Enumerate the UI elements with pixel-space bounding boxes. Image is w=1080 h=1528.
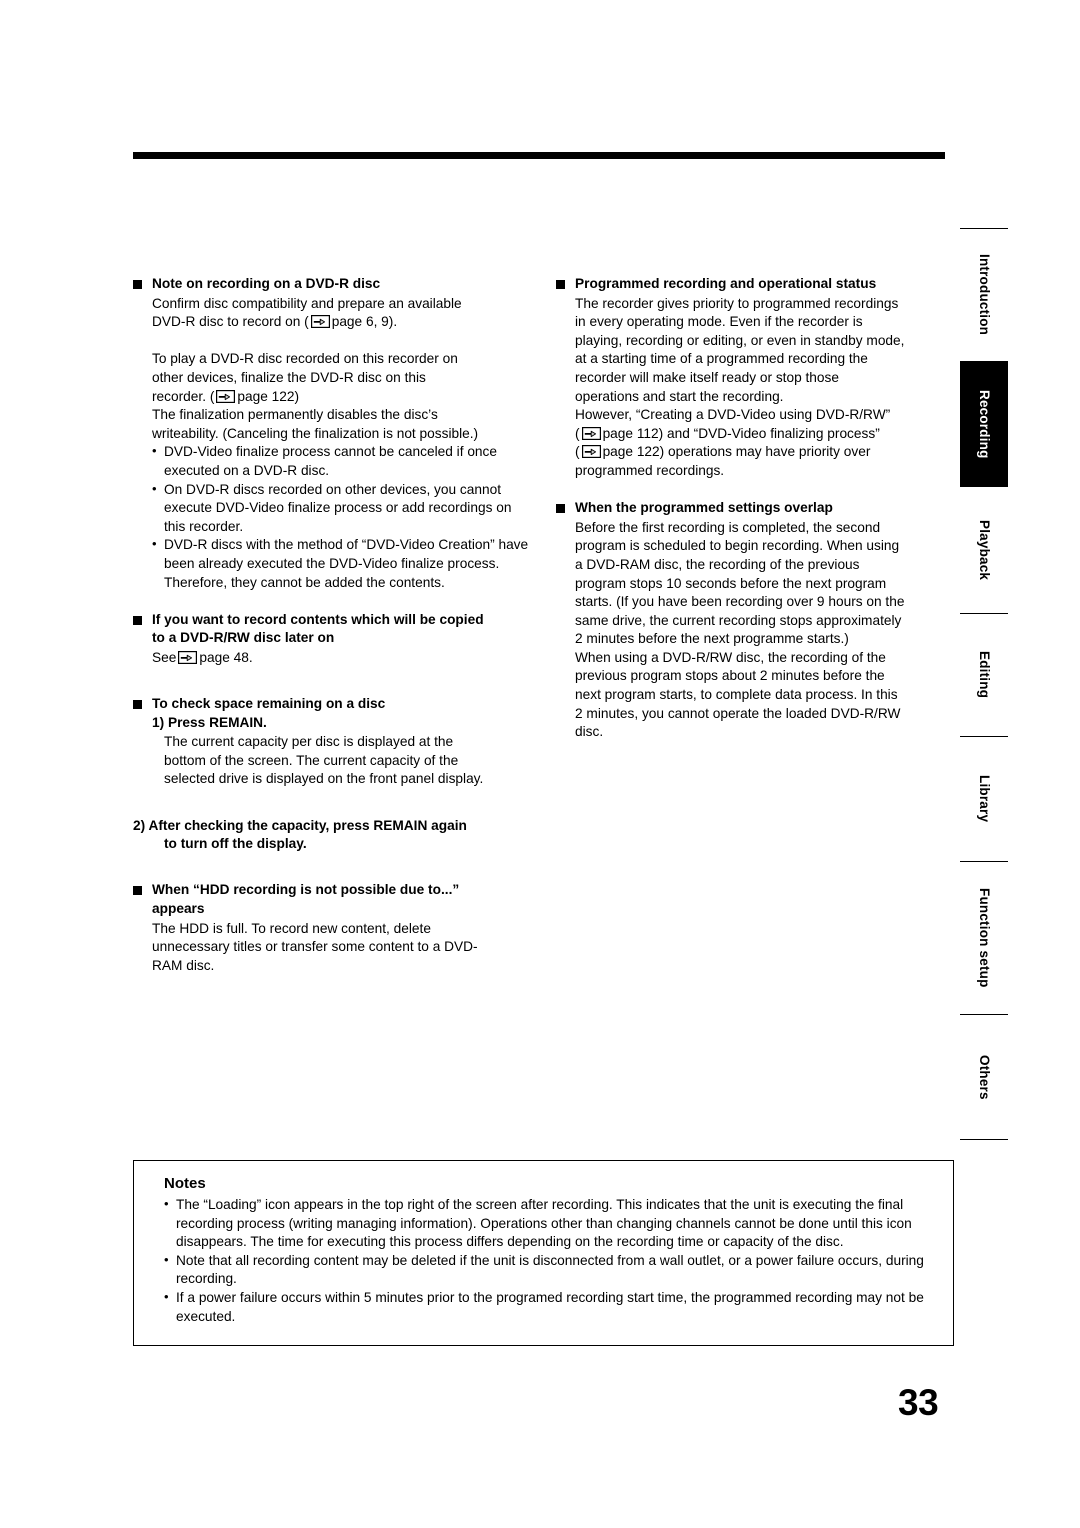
- list-item: On DVD-R discs recorded on other devices…: [152, 480, 533, 537]
- bullet-list-dvd-r-notes: DVD-Video finalize process cannot be can…: [133, 442, 533, 592]
- sidebar-item-label: Others: [976, 1054, 992, 1100]
- step-2-remain-off: 2) After checking the capacity, press RE…: [133, 817, 467, 852]
- heading-copy-to-dvd-rw: If you want to record contents which wil…: [133, 611, 533, 648]
- sidebar-item-function-setup[interactable]: Function setup: [960, 861, 1008, 1015]
- paragraph-programmed-recording: The recorder gives priority to programme…: [575, 295, 905, 478]
- page-reference-icon: [178, 650, 198, 664]
- paragraph-remain-body: The current capacity per disc is display…: [164, 734, 484, 787]
- notes-title: Notes: [164, 1175, 206, 1192]
- sidebar-item-introduction[interactable]: Introduction: [960, 228, 1008, 362]
- list-item: The “Loading” icon appears in the top ri…: [164, 1195, 935, 1252]
- paragraph-play-dvd-r: To play a DVD-R disc recorded on this re…: [152, 351, 479, 441]
- heading-check-space-remaining: To check space remaining on a disc 1) Pr…: [133, 695, 533, 732]
- manual-page: Introduction Recording Playback Editing …: [0, 0, 1080, 1528]
- sidebar-item-label: Function setup: [976, 888, 992, 988]
- sidebar-item-editing[interactable]: Editing: [960, 613, 1008, 737]
- sidebar-item-library[interactable]: Library: [960, 736, 1008, 862]
- sidebar-item-label: Introduction: [976, 254, 992, 336]
- sidebar-item-label: Library: [976, 775, 992, 823]
- notes-list: The “Loading” icon appears in the top ri…: [152, 1195, 935, 1326]
- left-column: Note on recording on a DVD-R disc Confir…: [133, 275, 533, 975]
- list-item: Note that all recording content may be d…: [164, 1251, 935, 1289]
- paragraph-see-page-48: See page 48.: [152, 649, 253, 665]
- heading-settings-overlap: When the programmed settings overlap: [556, 499, 954, 518]
- list-item: DVD-R discs with the method of “DVD-Vide…: [152, 535, 533, 592]
- paragraph-settings-overlap: Before the first recording is completed,…: [575, 519, 905, 740]
- page-reference-icon: [581, 426, 601, 440]
- page-reference-icon: [581, 445, 601, 459]
- notes-box: Notes The “Loading” icon appears in the …: [133, 1160, 954, 1346]
- sidebar-item-label: Editing: [976, 651, 992, 699]
- sidebar-item-label: Recording: [976, 389, 992, 459]
- paragraph-hdd-full: The HDD is full. To record new content, …: [152, 920, 478, 973]
- list-item: If a power failure occurs within 5 minut…: [164, 1288, 935, 1326]
- text-dvdr-record-on: DVD-R disc to record on (: [152, 314, 309, 330]
- sidebar-item-others[interactable]: Others: [960, 1014, 1008, 1140]
- heading-note-dvd-r-disc: Note on recording on a DVD-R disc: [133, 275, 533, 294]
- section-tab-strip: Introduction Recording Playback Editing …: [960, 228, 1008, 1140]
- right-column: Programmed recording and operational sta…: [556, 275, 954, 742]
- paragraph-confirm-disc: Confirm disc compatibility and prepare a…: [152, 295, 462, 330]
- sidebar-item-recording[interactable]: Recording: [960, 361, 1008, 487]
- sidebar-item-playback[interactable]: Playback: [960, 486, 1008, 614]
- list-item: DVD-Video finalize process cannot be can…: [152, 442, 533, 480]
- page-reference-icon: [310, 315, 330, 329]
- heading-programmed-recording-status: Programmed recording and operational sta…: [556, 275, 954, 294]
- heading-hdd-not-possible: When “HDD recording is not possible due …: [133, 881, 533, 918]
- page-number: 33: [898, 1382, 939, 1423]
- sidebar-item-label: Playback: [976, 519, 992, 581]
- page-reference-icon: [216, 389, 236, 403]
- header-rule: [133, 152, 945, 159]
